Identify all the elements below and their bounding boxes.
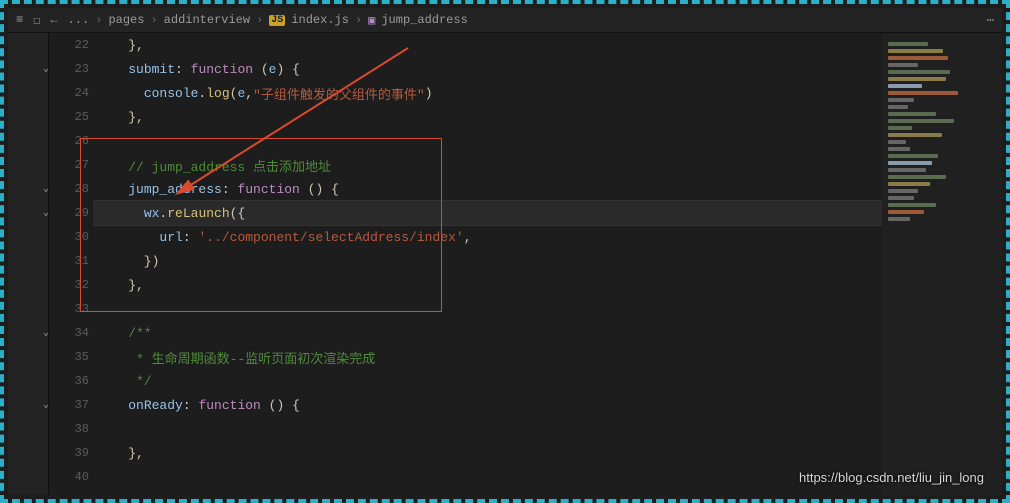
- line-number: 32: [75, 278, 89, 292]
- code-line: url: '../component/selectAddress/index',: [93, 225, 882, 249]
- code-line: },: [93, 441, 882, 465]
- line-number: 22: [75, 38, 89, 52]
- line-number: 33: [75, 302, 89, 316]
- js-file-icon: JS: [269, 15, 285, 26]
- minimap-line: [888, 98, 914, 102]
- back-icon[interactable]: ←: [50, 13, 57, 27]
- minimap-line: [888, 182, 930, 186]
- minimap-line: [888, 91, 958, 95]
- line-number-gutter: 22 ⌄23 24 25 26 27 ⌄28 ⌄29 30 31 32 33 ⌄…: [49, 33, 93, 495]
- code-line: console.log(e,"子组件触发的父组件的事件"): [93, 81, 882, 105]
- fold-icon[interactable]: ⌄: [37, 183, 49, 195]
- minimap-line: [888, 196, 914, 200]
- code-line: [93, 129, 882, 153]
- minimap-line: [888, 63, 918, 67]
- code-line: submit: function (e) {: [93, 57, 882, 81]
- code-line: }): [93, 249, 882, 273]
- minimap-line: [888, 70, 950, 74]
- code-line: /**: [93, 321, 882, 345]
- bookmark-icon[interactable]: ☐: [33, 13, 40, 28]
- minimap-line: [888, 210, 924, 214]
- minimap-line: [888, 133, 942, 137]
- minimap-line: [888, 217, 910, 221]
- line-number: 36: [75, 374, 89, 388]
- line-number: 40: [75, 470, 89, 484]
- code-line: jump_address: function () {: [93, 177, 882, 201]
- code-line: // jump_address 点击添加地址: [93, 153, 882, 177]
- minimap-line: [888, 189, 918, 193]
- line-number: 23: [75, 62, 89, 76]
- line-number: 27: [75, 158, 89, 172]
- code-line: [93, 297, 882, 321]
- minimap-line: [888, 49, 943, 53]
- code-line-current: wx.reLaunch({: [93, 201, 882, 225]
- minimap-line: [888, 168, 926, 172]
- menu-icon[interactable]: ≡: [16, 13, 23, 27]
- fold-icon[interactable]: ⌄: [37, 327, 49, 339]
- minimap[interactable]: [882, 33, 1002, 495]
- minimap-line: [888, 105, 908, 109]
- line-number: 28: [75, 182, 89, 196]
- minimap-line: [888, 42, 928, 46]
- breadcrumb-folder-pages[interactable]: pages: [108, 13, 144, 27]
- breadcrumb-bar: ≡ ☐ ← ... › pages › addinterview › JS in…: [8, 8, 1002, 33]
- minimap-line: [888, 126, 912, 130]
- code-line: */: [93, 369, 882, 393]
- line-number: 24: [75, 86, 89, 100]
- fold-icon[interactable]: ⌄: [37, 207, 49, 219]
- minimap-line: [888, 175, 946, 179]
- breadcrumb-more[interactable]: ...: [68, 13, 90, 27]
- breadcrumb-file[interactable]: index.js: [291, 13, 349, 27]
- code-line: },: [93, 33, 882, 57]
- line-number: 39: [75, 446, 89, 460]
- watermark-text: https://blog.csdn.net/liu_jin_long: [799, 470, 984, 485]
- minimap-line: [888, 154, 938, 158]
- line-number: 31: [75, 254, 89, 268]
- minimap-line: [888, 77, 946, 81]
- code-line: },: [93, 105, 882, 129]
- line-number: 30: [75, 230, 89, 244]
- minimap-line: [888, 203, 936, 207]
- code-line: },: [93, 273, 882, 297]
- line-number: 38: [75, 422, 89, 436]
- breadcrumb-symbol[interactable]: jump_address: [381, 13, 467, 27]
- minimap-line: [888, 112, 936, 116]
- fold-icon[interactable]: ⌄: [37, 399, 49, 411]
- breadcrumb-folder-addinterview[interactable]: addinterview: [164, 13, 250, 27]
- code-editor[interactable]: }, submit: function (e) { console.log(e,…: [93, 33, 882, 495]
- minimap-line: [888, 119, 954, 123]
- minimap-line: [888, 147, 910, 151]
- line-number: 29: [75, 206, 89, 220]
- minimap-line: [888, 56, 948, 60]
- fold-icon[interactable]: ⌄: [37, 63, 49, 75]
- line-number: 34: [75, 326, 89, 340]
- line-number: 35: [75, 350, 89, 364]
- method-icon: ▣: [368, 13, 375, 28]
- minimap-line: [888, 140, 906, 144]
- code-line: [93, 417, 882, 441]
- code-line: * 生命周期函数--监听页面初次渲染完成: [93, 345, 882, 369]
- code-line: [93, 465, 882, 489]
- minimap-line: [888, 161, 932, 165]
- line-number: 26: [75, 134, 89, 148]
- more-icon[interactable]: ⋯: [987, 13, 994, 28]
- line-number: 25: [75, 110, 89, 124]
- minimap-line: [888, 84, 922, 88]
- activity-bar: [8, 33, 49, 495]
- line-number: 37: [75, 398, 89, 412]
- code-line: onReady: function () {: [93, 393, 882, 417]
